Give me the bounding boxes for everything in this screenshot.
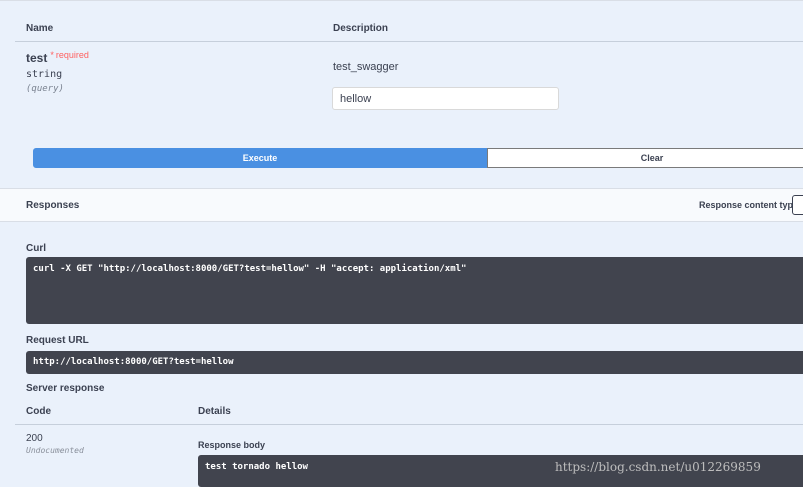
param-name-text: test	[26, 51, 48, 65]
required-star: *	[50, 50, 54, 60]
responses-title: Responses	[26, 200, 80, 211]
request-url-code-block[interactable]: http://localhost:8000/GET?test=hellow	[26, 351, 803, 374]
responses-header-bar	[0, 188, 803, 222]
response-code: 200	[26, 433, 43, 444]
param-description: test_swagger	[333, 61, 399, 73]
col-header-name: Name	[26, 23, 54, 34]
curl-code-block[interactable]: curl -X GET "http://localhost:8000/GET?t…	[26, 257, 803, 324]
col-header-description: Description	[333, 23, 389, 34]
response-content-type-label: Response content type	[699, 200, 799, 210]
request-url-label: Request URL	[26, 335, 89, 346]
required-label: required	[55, 50, 89, 60]
response-content-type-select[interactable]	[792, 195, 803, 215]
server-response-divider	[15, 424, 803, 425]
top-divider	[0, 0, 803, 1]
col-header-code: Code	[26, 406, 51, 417]
params-header-divider	[15, 41, 803, 42]
server-response-label: Server response	[26, 383, 105, 394]
clear-button[interactable]: Clear	[487, 148, 803, 168]
execute-button[interactable]: Execute	[33, 148, 487, 168]
response-code-note: Undocumented	[26, 446, 84, 455]
param-type: string	[26, 69, 63, 80]
param-value-input[interactable]	[332, 87, 559, 110]
param-name: test * required	[26, 50, 89, 65]
response-body-label: Response body	[198, 440, 266, 450]
curl-label: Curl	[26, 243, 46, 254]
col-header-details: Details	[198, 406, 231, 417]
watermark: https://blog.csdn.net/u012269859	[555, 460, 761, 474]
param-location: (query)	[26, 84, 64, 94]
